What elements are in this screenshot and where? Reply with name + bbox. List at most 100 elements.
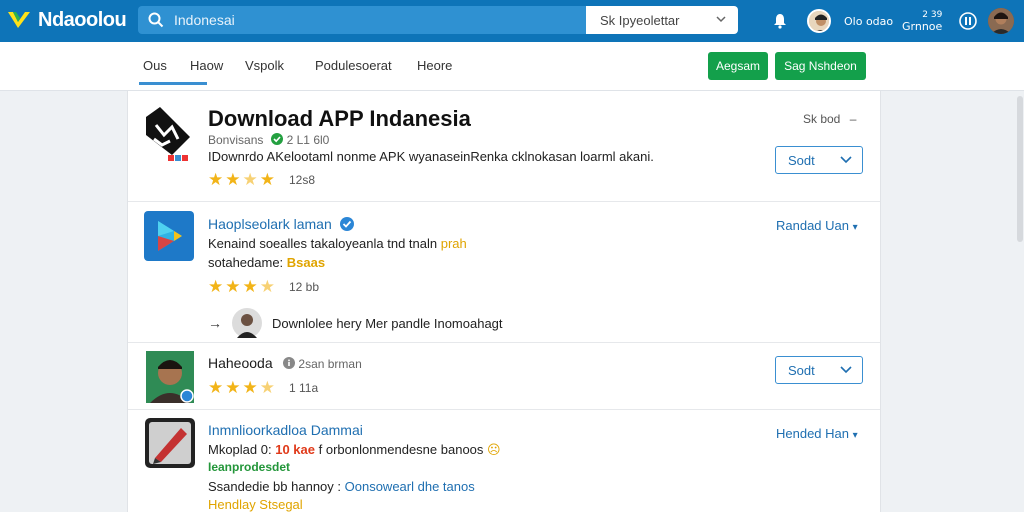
- list-item[interactable]: Inmnlioorkadloa Dammai Mkoplad 0: 10 kae…: [128, 410, 880, 512]
- desc-prefix: Mkoplad 0:: [208, 442, 272, 457]
- emoji-icon: ☹: [487, 442, 501, 457]
- app-sub-info: sotahedame: Bsaas: [208, 255, 325, 270]
- chevron-down-icon: [840, 366, 852, 374]
- star-half-icon: ★: [242, 170, 258, 189]
- profile-avatar[interactable]: [988, 0, 1014, 42]
- select-button-label: Sodt: [788, 152, 815, 168]
- scrollbar[interactable]: [1017, 96, 1023, 242]
- list-item[interactable]: Haoplseolark laman Kenaind soealles taka…: [128, 202, 880, 343]
- verified-icon: [339, 217, 354, 231]
- logo-text: Ndaoolou: [38, 8, 127, 31]
- star-icon: ★: [225, 277, 241, 296]
- reply-row[interactable]: → Downlolee hery Mer pandle Inomoahagt: [208, 308, 503, 338]
- star-half-icon: ★: [259, 378, 275, 397]
- pen-tool-icon: [145, 418, 195, 468]
- status-label-green: Ieanprodesdet: [208, 460, 291, 474]
- row-action-link[interactable]: Randad Uan ▾: [776, 218, 858, 233]
- select-dropdown-button[interactable]: Sodt: [775, 356, 863, 384]
- desc-highlight-red: 10 kae: [275, 442, 315, 457]
- sub-info-link[interactable]: Oonsowearl dhe tanos: [345, 479, 475, 494]
- primary-green-button[interactable]: Aegsam: [708, 52, 768, 80]
- app-logo-icon: [146, 107, 190, 161]
- rating-count: 12 bb: [289, 279, 320, 294]
- account-menu[interactable]: Olo odao: [844, 0, 893, 42]
- rating-stars: ★ ★ ★ ★ 1 11a: [208, 379, 318, 396]
- wallet-icon: [959, 12, 977, 30]
- rating-count: 12s8: [289, 172, 316, 187]
- account-secondary[interactable]: 2 39 Grnnoe: [902, 0, 942, 42]
- logo[interactable]: Ndaoolou: [6, 6, 127, 34]
- rating-stars: ★ ★ ★ ★ 12s8: [208, 171, 315, 188]
- person-avatar: [146, 351, 194, 403]
- person-icon: [988, 8, 1014, 34]
- rating-count: 1 11a: [289, 380, 319, 395]
- star-icon: ★: [242, 277, 258, 296]
- logo-icon: [8, 12, 30, 28]
- app-description: Kenaind soealles takaloyeanla tnd tnaln …: [208, 236, 467, 251]
- secondary-green-button[interactable]: Sag Nshdeon: [775, 52, 866, 80]
- chevron-down-icon: [716, 16, 726, 23]
- chevron-down-icon: ▾: [852, 222, 858, 233]
- select-button-label: Sodt: [788, 362, 815, 378]
- avatar: [232, 308, 262, 338]
- results-panel: Download APP Indanesia Bonvisans 2 L1 6l…: [127, 91, 881, 512]
- app-title-text: Haoplseolark laman: [208, 216, 332, 232]
- search-bar[interactable]: [138, 6, 586, 34]
- info-icon: [282, 357, 295, 369]
- star-icon: ★: [208, 378, 224, 397]
- person-icon: [809, 11, 829, 31]
- chevron-down-icon: ▾: [852, 430, 858, 441]
- search-scope-select[interactable]: Sk Ipyeolettar: [586, 6, 738, 34]
- app-title[interactable]: Haoplseolark laman: [208, 216, 354, 232]
- bell-icon: [774, 14, 786, 29]
- row-action-label: Hended Han: [776, 426, 849, 441]
- star-icon: ★: [225, 170, 241, 189]
- tab-heore[interactable]: Heore: [417, 58, 452, 73]
- row-status: Sk bod –: [803, 112, 856, 126]
- app-title-text: Haheooda: [208, 355, 273, 371]
- app-title[interactable]: Haheooda 2san brman: [208, 355, 362, 371]
- app-description: IDownrdo AKelootaml nonme APK wyanaseinR…: [208, 149, 654, 164]
- app-description: Mkoplad 0: 10 kae f orbonlonmendesne ban…: [208, 442, 501, 458]
- secondary-green-button-label: Sag Nshdeon: [784, 59, 857, 73]
- select-dropdown-button[interactable]: Sodt: [775, 146, 863, 174]
- sub-info-value: Bsaas: [286, 255, 326, 270]
- star-icon: ★: [208, 170, 224, 189]
- search-input[interactable]: [172, 11, 576, 29]
- tab-vspolk[interactable]: Vspolk: [245, 58, 284, 73]
- app-meta: 2san brman: [298, 357, 362, 371]
- sub-info-label: sotahedame:: [208, 255, 284, 270]
- account-secondary-label: Grnnoe: [902, 20, 943, 33]
- arrow-right-icon: →: [208, 315, 222, 331]
- list-item[interactable]: Download APP Indanesia Bonvisans 2 L1 6l…: [128, 91, 880, 202]
- search-scope-value: Sk Ipyeolettar: [600, 12, 680, 28]
- star-half-icon: ★: [259, 277, 275, 296]
- wallet-button[interactable]: [959, 0, 977, 42]
- app-title[interactable]: Download APP Indanesia: [208, 106, 471, 132]
- sub-navigation: Ous Haow Vspolk Podulesoerat Heore Aegsa…: [0, 42, 1024, 91]
- desc-rest: f orbonlonmendesne banoos: [318, 442, 484, 457]
- row-action-link[interactable]: Hended Han ▾: [776, 426, 858, 441]
- tab-podulesoerat[interactable]: Podulesoerat: [315, 58, 392, 73]
- search-icon: [148, 12, 164, 28]
- account-label: Olo odao: [844, 14, 894, 28]
- star-icon: ★: [259, 170, 275, 189]
- user-avatar-small[interactable]: [807, 0, 831, 42]
- primary-green-button-label: Aegsam: [715, 59, 761, 73]
- chevron-down-icon: [840, 156, 852, 164]
- tab-ous[interactable]: Ous: [139, 58, 207, 85]
- avatar: [807, 9, 831, 33]
- star-icon: ★: [208, 277, 224, 296]
- top-bar: Ndaoolou Sk Ipyeolettar Olo: [0, 0, 1024, 42]
- tab-haow[interactable]: Haow: [190, 58, 223, 73]
- row-status-label: Sk bod: [803, 112, 841, 126]
- dash-icon: –: [849, 112, 857, 126]
- status-label-orange: Hendlay Stsegal: [208, 497, 303, 512]
- app-title[interactable]: Inmnlioorkadloa Dammai: [208, 422, 363, 438]
- reply-text: Downlolee hery Mer pandle Inomoahagt: [272, 315, 503, 331]
- list-item[interactable]: Haheooda 2san brman ★ ★ ★ ★ 1 11a Sodt: [128, 343, 880, 410]
- play-store-icon: [144, 211, 194, 261]
- row-action-label: Randad Uan: [776, 218, 849, 233]
- bell-button[interactable]: [772, 0, 790, 42]
- app-sub-info: Ssandedie bb hannoy : Oonsowearl dhe tan…: [208, 479, 475, 494]
